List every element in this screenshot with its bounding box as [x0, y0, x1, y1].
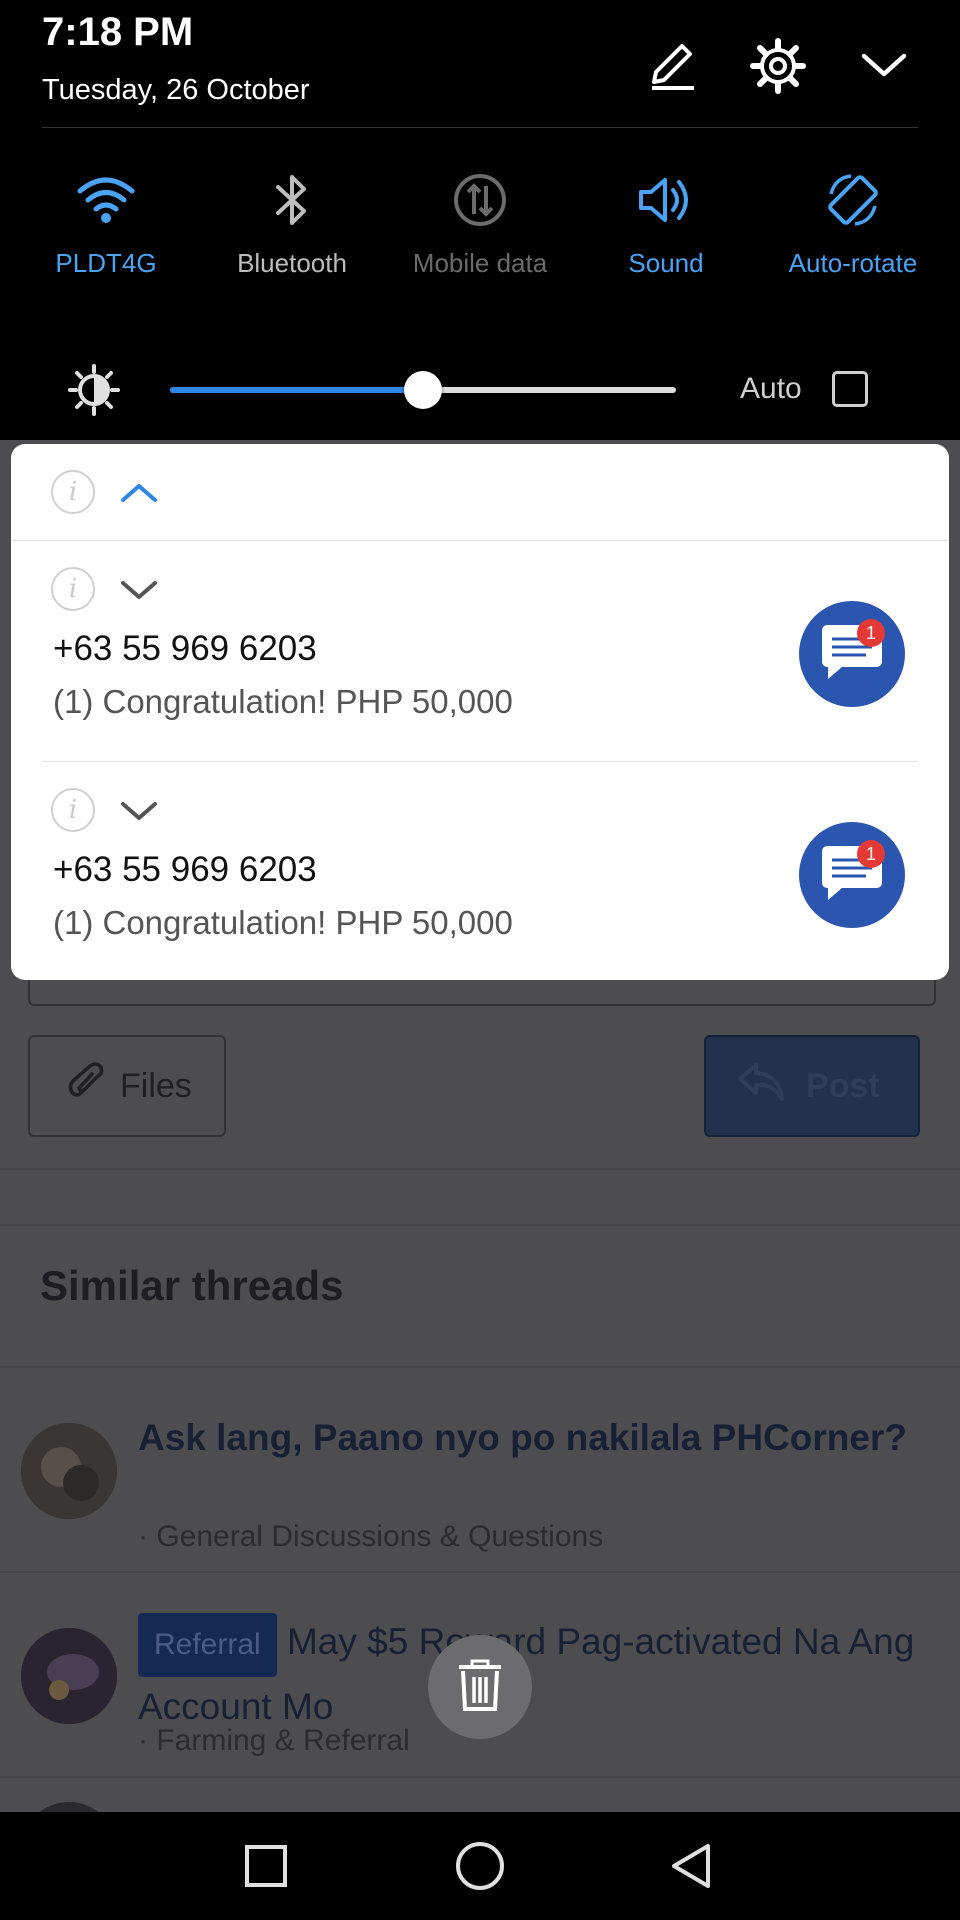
app-info-icon: i [51, 788, 95, 832]
unread-count-badge: 1 [857, 619, 885, 647]
app-info-icon: i [51, 567, 95, 611]
thread-title[interactable]: Ask lang, Paano nyo po nakilala PHCorner… [138, 1408, 938, 1468]
section-divider [0, 1168, 960, 1170]
thread-avatar[interactable] [21, 1802, 117, 1812]
section-divider [0, 1224, 960, 1226]
recent-apps-button[interactable] [244, 1844, 288, 1888]
thread-avatar[interactable] [21, 1628, 117, 1724]
notification-message: (1) Congratulation! PHP 50,000 [53, 904, 513, 941]
expand-chevron-icon[interactable] [119, 571, 159, 616]
notification-shade-header: 7:18 PM Tuesday, 26 October PLDT4G Bluet… [0, 0, 960, 440]
edit-icon[interactable] [640, 34, 704, 98]
files-button-label: Files [120, 1066, 192, 1105]
clock-time: 7:18 PM [42, 10, 194, 54]
tile-auto-rotate[interactable]: Auto-rotate [763, 168, 943, 308]
thread-title-row[interactable]: Referral May $5 Reward Pag-activated Na … [138, 1612, 938, 1737]
notification-item[interactable]: i +63 55 969 6203 (1) Congratulation! PH… [11, 541, 949, 761]
auto-rotate-icon [821, 168, 885, 232]
tile-sound-label: Sound [628, 248, 704, 278]
notification-message: (1) Congratulation! PHP 50,000 [53, 683, 513, 720]
collapse-group-chevron-icon[interactable] [119, 472, 159, 517]
tile-bluetooth[interactable]: Bluetooth [202, 168, 382, 308]
tile-sound[interactable]: Sound [576, 168, 756, 308]
wifi-icon [74, 168, 138, 232]
section-divider [0, 1366, 960, 1368]
brightness-slider-fill [170, 387, 423, 393]
post-button[interactable]: Post [704, 1035, 920, 1137]
similar-threads-title: Similar threads [40, 1262, 344, 1309]
sound-icon [634, 168, 698, 232]
expand-chevron-icon[interactable] [119, 792, 159, 837]
header-divider [42, 127, 918, 128]
auto-brightness-checkbox[interactable] [832, 371, 868, 407]
tile-mobile-data[interactable]: Mobile data [390, 168, 570, 308]
thread-divider [0, 1776, 960, 1778]
tile-bluetooth-label: Bluetooth [237, 248, 347, 278]
notification-sender: +63 55 969 6203 [53, 629, 317, 668]
referral-badge: Referral [138, 1613, 277, 1677]
unread-count-badge: 1 [857, 840, 885, 868]
home-button[interactable] [454, 1840, 506, 1892]
messages-app-icon: 1 [799, 601, 905, 707]
tile-wifi[interactable]: PLDT4G [16, 168, 196, 308]
brightness-icon [68, 364, 120, 416]
tile-wifi-label: PLDT4G [55, 248, 157, 278]
back-button[interactable] [668, 1842, 716, 1890]
thread-divider [0, 1571, 960, 1573]
notification-group-card: i i +63 55 969 6203 (1) Congratulation! … [11, 444, 949, 980]
brightness-slider-thumb[interactable] [404, 371, 442, 409]
clear-notifications-button[interactable] [428, 1635, 532, 1739]
auto-brightness-label: Auto [740, 372, 802, 405]
post-button-label: Post [806, 1066, 880, 1105]
tile-mobile-data-label: Mobile data [412, 248, 548, 278]
notification-item[interactable]: i +63 55 969 6203 (1) Congratulation! PH… [11, 762, 949, 980]
reply-icon [736, 1061, 786, 1112]
thread-avatar[interactable] [21, 1423, 117, 1519]
bluetooth-icon [260, 168, 324, 232]
messages-app-icon: 1 [799, 822, 905, 928]
notification-sender: +63 55 969 6203 [53, 850, 317, 889]
collapse-chevron-icon[interactable] [852, 34, 916, 98]
trash-icon [457, 1659, 503, 1716]
settings-gear-icon[interactable] [746, 34, 810, 98]
app-info-icon: i [51, 470, 95, 514]
thread-forum-label[interactable]: · General Discussions & Questions [138, 1520, 603, 1554]
navigation-bar [0, 1812, 960, 1920]
date-text: Tuesday, 26 October [42, 74, 310, 106]
paperclip-icon [66, 1060, 106, 1113]
thread-forum-label[interactable]: · Farming & Referral [138, 1724, 410, 1758]
files-button[interactable]: Files [28, 1035, 226, 1137]
mobile-data-icon [448, 168, 512, 232]
tile-auto-rotate-label: Auto-rotate [788, 248, 918, 278]
